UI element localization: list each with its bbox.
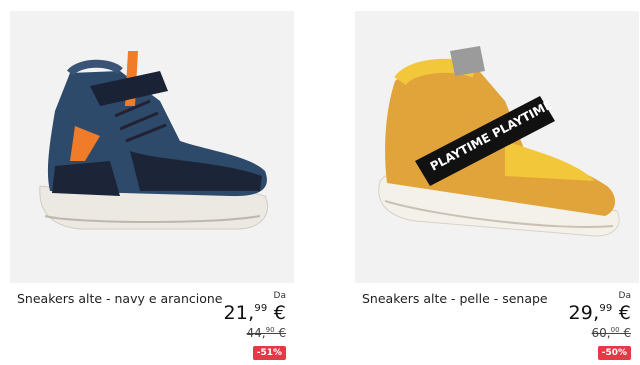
- product-title[interactable]: Sneakers alte - navy e arancione: [17, 291, 223, 306]
- product-card[interactable]: Sneakers alte - navy e arancione Da 21,9…: [10, 11, 294, 365]
- product-card[interactable]: PLAYTIME PLAYTIME Sneakers alte - pelle …: [355, 11, 639, 365]
- discount-badge: -51%: [252, 346, 286, 360]
- product-title[interactable]: Sneakers alte - pelle - senape: [362, 291, 548, 306]
- current-price: 21,99 €: [223, 302, 286, 324]
- current-price: 29,99 €: [568, 302, 631, 324]
- sneaker-mustard-icon: PLAYTIME PLAYTIME: [378, 46, 620, 237]
- sneaker-navy-orange-icon: [39, 51, 269, 230]
- original-price: 60,00 €: [591, 326, 631, 340]
- product-image[interactable]: PLAYTIME PLAYTIME: [355, 11, 639, 283]
- original-price: 44,90 €: [246, 326, 286, 340]
- product-image[interactable]: [10, 11, 294, 283]
- price-prefix: Da: [273, 291, 286, 301]
- discount-badge: -50%: [597, 346, 631, 360]
- price-prefix: Da: [618, 291, 631, 301]
